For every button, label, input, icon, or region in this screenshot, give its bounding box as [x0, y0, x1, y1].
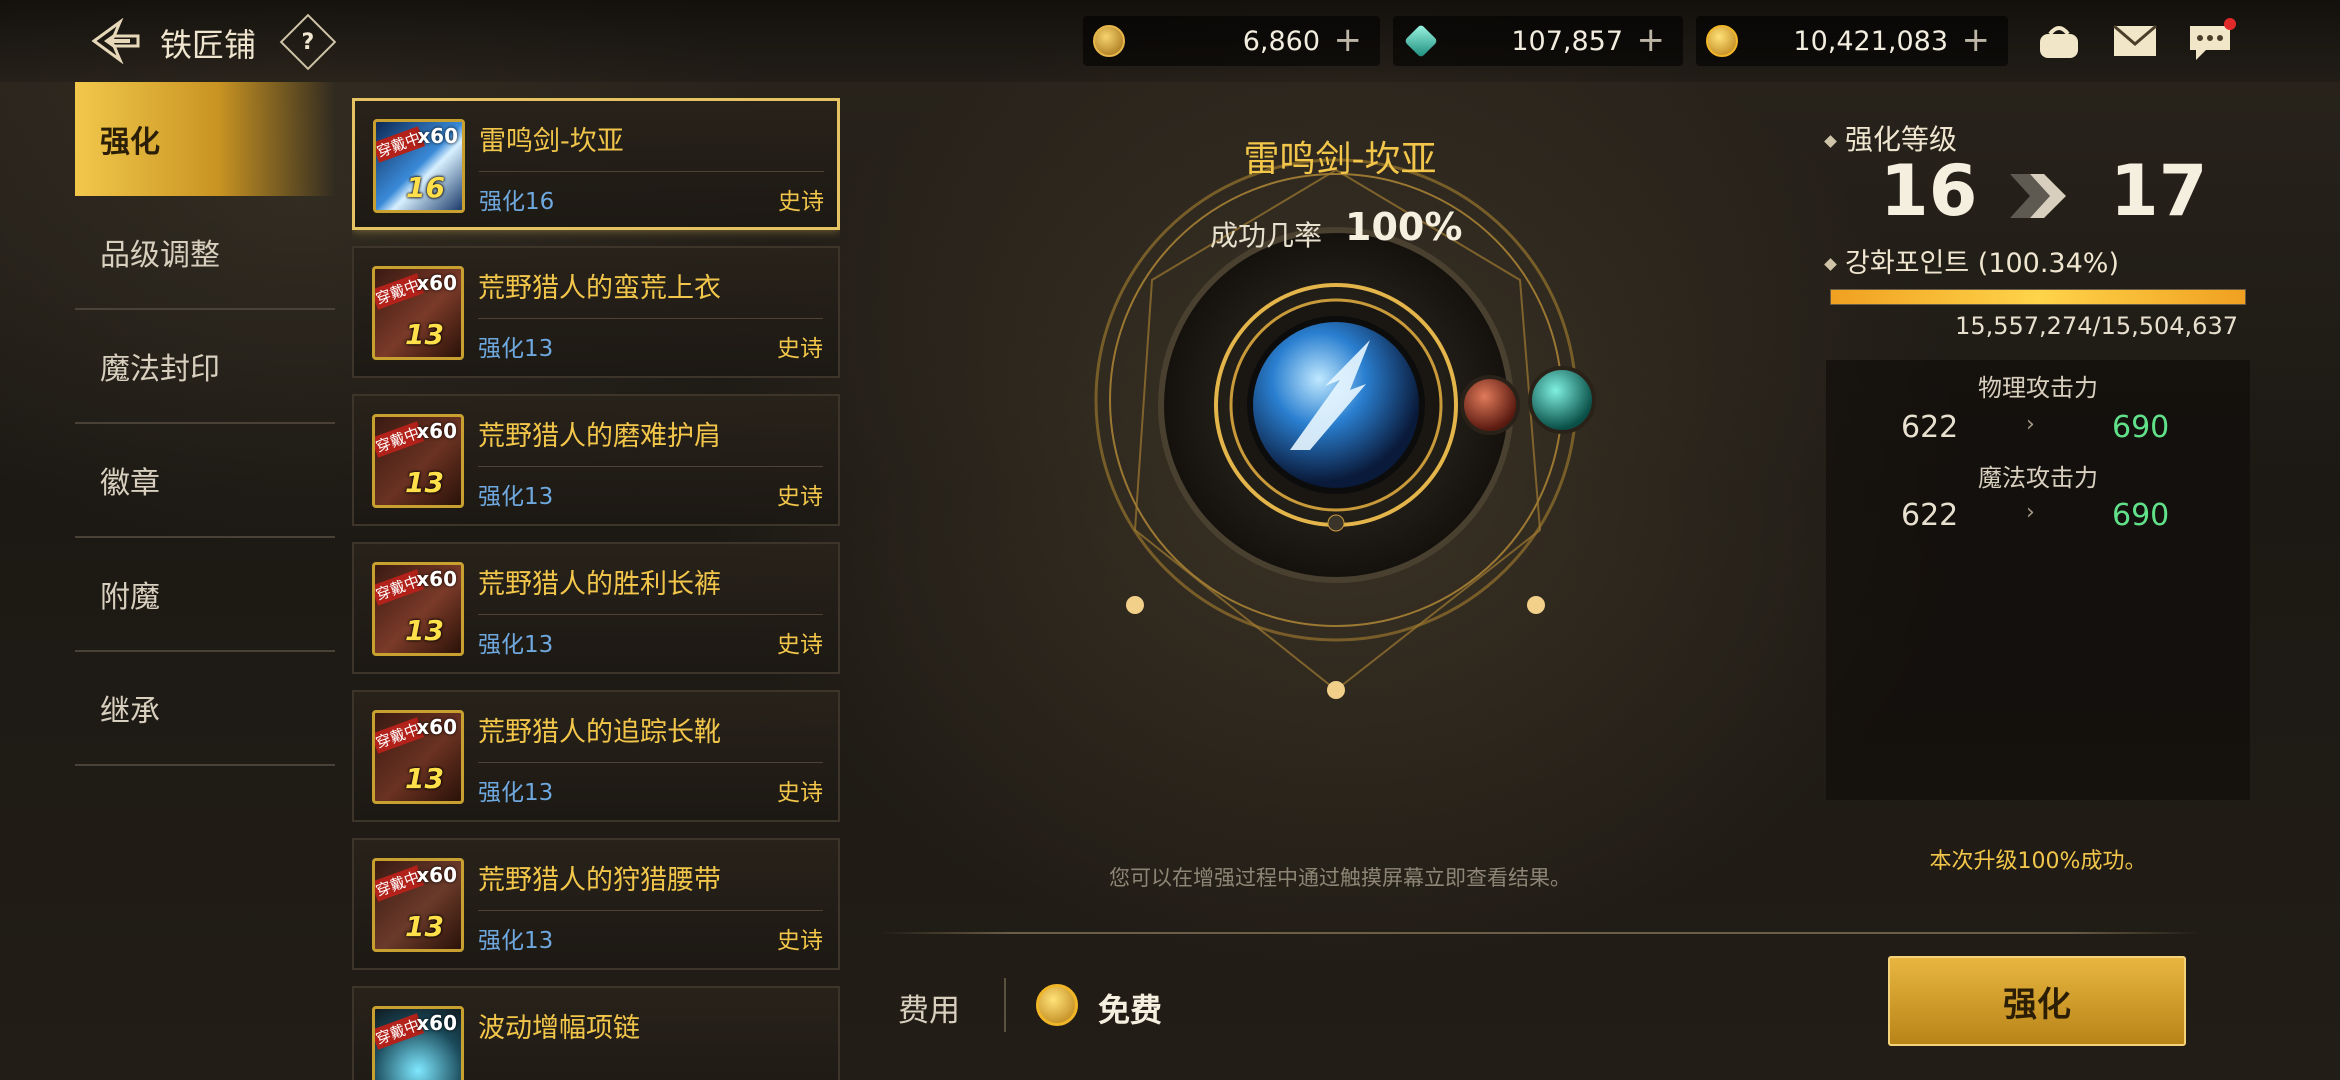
item-grade: 史诗 — [778, 189, 824, 215]
enhance-button[interactable]: 强化 — [1888, 956, 2186, 1046]
item-name: 荒野猎人的磨难护肩 — [478, 421, 721, 452]
chevron-right-icon: › — [2026, 412, 2035, 437]
item-enhance-level: 强化13 — [478, 928, 554, 954]
bag-icon[interactable] — [2034, 18, 2084, 64]
menu-item-enhance[interactable]: 强化 — [75, 82, 335, 196]
crystal-icon — [1404, 24, 1438, 58]
menu-item-label: 附魔 — [100, 580, 160, 615]
enhance-magic-circle — [1094, 158, 1596, 699]
item-thumbnail: 穿戴中 x60 16 — [373, 119, 465, 213]
item-grade: 史诗 — [777, 336, 823, 362]
menu-item-inherit[interactable]: 继承 — [75, 652, 335, 766]
help-icon: ? — [301, 29, 315, 55]
hint-text: 您可以在增强过程中通过触摸屏幕立即查看结果。 — [1109, 866, 1571, 890]
gold-value: 10,421,083 — [1793, 25, 1948, 57]
fee-separator — [1004, 978, 1006, 1032]
gold-coin-icon — [1036, 984, 1078, 1026]
gold-icon — [1706, 25, 1738, 57]
diamond-bullet-icon — [1824, 134, 1837, 148]
item-grade: 史诗 — [777, 632, 823, 658]
menu-item-label: 强化 — [100, 125, 160, 160]
list-item[interactable]: 穿戴中 x60 波动增幅项链 — [352, 986, 840, 1080]
item-name: 荒野猎人的追踪长靴 — [478, 717, 721, 748]
stat-label: 物理攻击力 — [1978, 374, 2098, 402]
item-thumbnail: 穿戴中 x60 13 — [372, 414, 464, 508]
list-item[interactable]: 穿戴中 x60 13 荒野猎人的追踪长靴 强化13 史诗 — [352, 690, 840, 822]
notification-dot — [2224, 18, 2236, 30]
chevron-right-icon: › — [2026, 500, 2035, 525]
item-thumbnail: 穿戴中 x60 13 — [372, 710, 464, 804]
fee-value: 免费 — [1098, 991, 1163, 1029]
list-item[interactable]: 穿戴中 x60 13 荒野猎人的胜利长裤 强化13 史诗 — [352, 542, 840, 674]
item-grade: 史诗 — [777, 484, 823, 510]
item-thumbnail: 穿戴中 x60 13 — [372, 562, 464, 656]
page-title: 铁匠铺 — [160, 26, 257, 64]
menu-item-enchant[interactable]: 附魔 — [75, 538, 335, 652]
next-level: 17 — [2110, 150, 2208, 232]
stat-new-value: 690 — [2112, 498, 2170, 533]
menu-item-label: 品级调整 — [100, 238, 220, 273]
item-grade: 史诗 — [777, 928, 823, 954]
c-coin-value: 6,860 — [1242, 25, 1320, 57]
enhance-points-bar — [1830, 289, 2246, 305]
menu-item-label: 继承 — [100, 694, 160, 729]
menu-item-label: 徽章 — [100, 466, 160, 501]
stat-old-value: 622 — [1901, 410, 1959, 445]
list-item[interactable]: 穿戴中 x60 13 荒野猎人的磨难护肩 强化13 史诗 — [352, 394, 840, 526]
stat-comparison-panel: 物理攻击力 622 › 690 魔法攻击力 622 › 690 — [1826, 360, 2250, 800]
success-rate-label: 成功几率 — [1210, 219, 1323, 252]
item-name: 雷鸣剑-坎亚 — [479, 126, 624, 157]
current-level: 16 — [1880, 150, 1978, 232]
double-chevron-icon — [2010, 174, 2066, 218]
success-rate-value: 100% — [1345, 205, 1463, 249]
item-name: 波动增幅项链 — [478, 1013, 640, 1044]
back-arrow-icon[interactable] — [90, 18, 142, 64]
item-name: 荒野猎人的狩猎腰带 — [478, 865, 721, 896]
menu-item-grade-adjust[interactable]: 品级调整 — [75, 196, 335, 310]
item-enhance-level: 强化13 — [478, 632, 554, 658]
selected-item-name: 雷鸣剑-坎亚 — [1243, 139, 1437, 180]
enhance-points-bar-fill — [1831, 290, 2245, 304]
currency-gold: 10,421,083 + — [1696, 16, 2008, 66]
list-item[interactable]: 穿戴中 x60 16 雷鸣剑-坎亚 强化16 史诗 — [352, 98, 840, 230]
add-c-coin-button[interactable]: + — [1334, 23, 1363, 57]
chat-icon[interactable] — [2186, 18, 2236, 64]
enhance-points-value: 15,557,274/15,504,637 — [1955, 312, 2238, 340]
equipment-list[interactable]: 穿戴中 x60 16 雷鸣剑-坎亚 强化16 史诗 穿戴中 x60 13 荒野猎人… — [352, 98, 840, 1080]
item-grade: 史诗 — [777, 780, 823, 806]
diamond-bullet-icon — [1824, 258, 1837, 271]
mail-icon[interactable] — [2110, 18, 2160, 64]
item-thumbnail: 穿戴中 x60 13 — [372, 858, 464, 952]
stat-old-value: 622 — [1901, 498, 1959, 533]
currency-crystal: 107,857 + — [1393, 16, 1683, 66]
item-enhance-level: 强化13 — [478, 336, 554, 362]
item-thumbnail: 穿戴中 x60 13 — [372, 266, 464, 360]
c-coin-icon — [1093, 25, 1125, 57]
left-menu: 强化 品级调整 魔法封印 徽章 附魔 继承 — [75, 82, 335, 766]
stat-new-value: 690 — [2112, 410, 2170, 445]
add-crystal-button[interactable]: + — [1637, 23, 1666, 57]
item-enhance-level: 强化16 — [479, 189, 555, 215]
item-enhance-level: 强化13 — [478, 780, 554, 806]
list-item[interactable]: 穿戴中 x60 13 荒野猎人的蛮荒上衣 强化13 史诗 — [352, 246, 840, 378]
menu-item-emblem[interactable]: 徽章 — [75, 424, 335, 538]
enhance-points-label: 강화포인트 (100.34%) — [1824, 241, 2119, 280]
item-name: 荒野猎人的胜利长裤 — [478, 569, 721, 600]
list-item[interactable]: 穿戴中 x60 13 荒野猎人的狩猎腰带 强化13 史诗 — [352, 838, 840, 970]
divider — [880, 932, 2200, 934]
stat-label: 魔法攻击力 — [1978, 464, 2098, 492]
success-note: 本次升级100%成功。 — [1929, 849, 2147, 874]
currency-c-coin: 6,860 + — [1083, 16, 1380, 66]
menu-item-magic-seal[interactable]: 魔法封印 — [75, 310, 335, 424]
crystal-value: 107,857 — [1511, 25, 1623, 57]
item-thumbnail: 穿戴中 x60 — [372, 1006, 464, 1080]
add-gold-button[interactable]: + — [1962, 23, 1991, 57]
item-enhance-level: 强化13 — [478, 484, 554, 510]
menu-item-label: 魔法封印 — [100, 352, 220, 387]
item-name: 荒野猎人的蛮荒上衣 — [478, 273, 721, 304]
fee-label: 费用 — [898, 993, 960, 1029]
